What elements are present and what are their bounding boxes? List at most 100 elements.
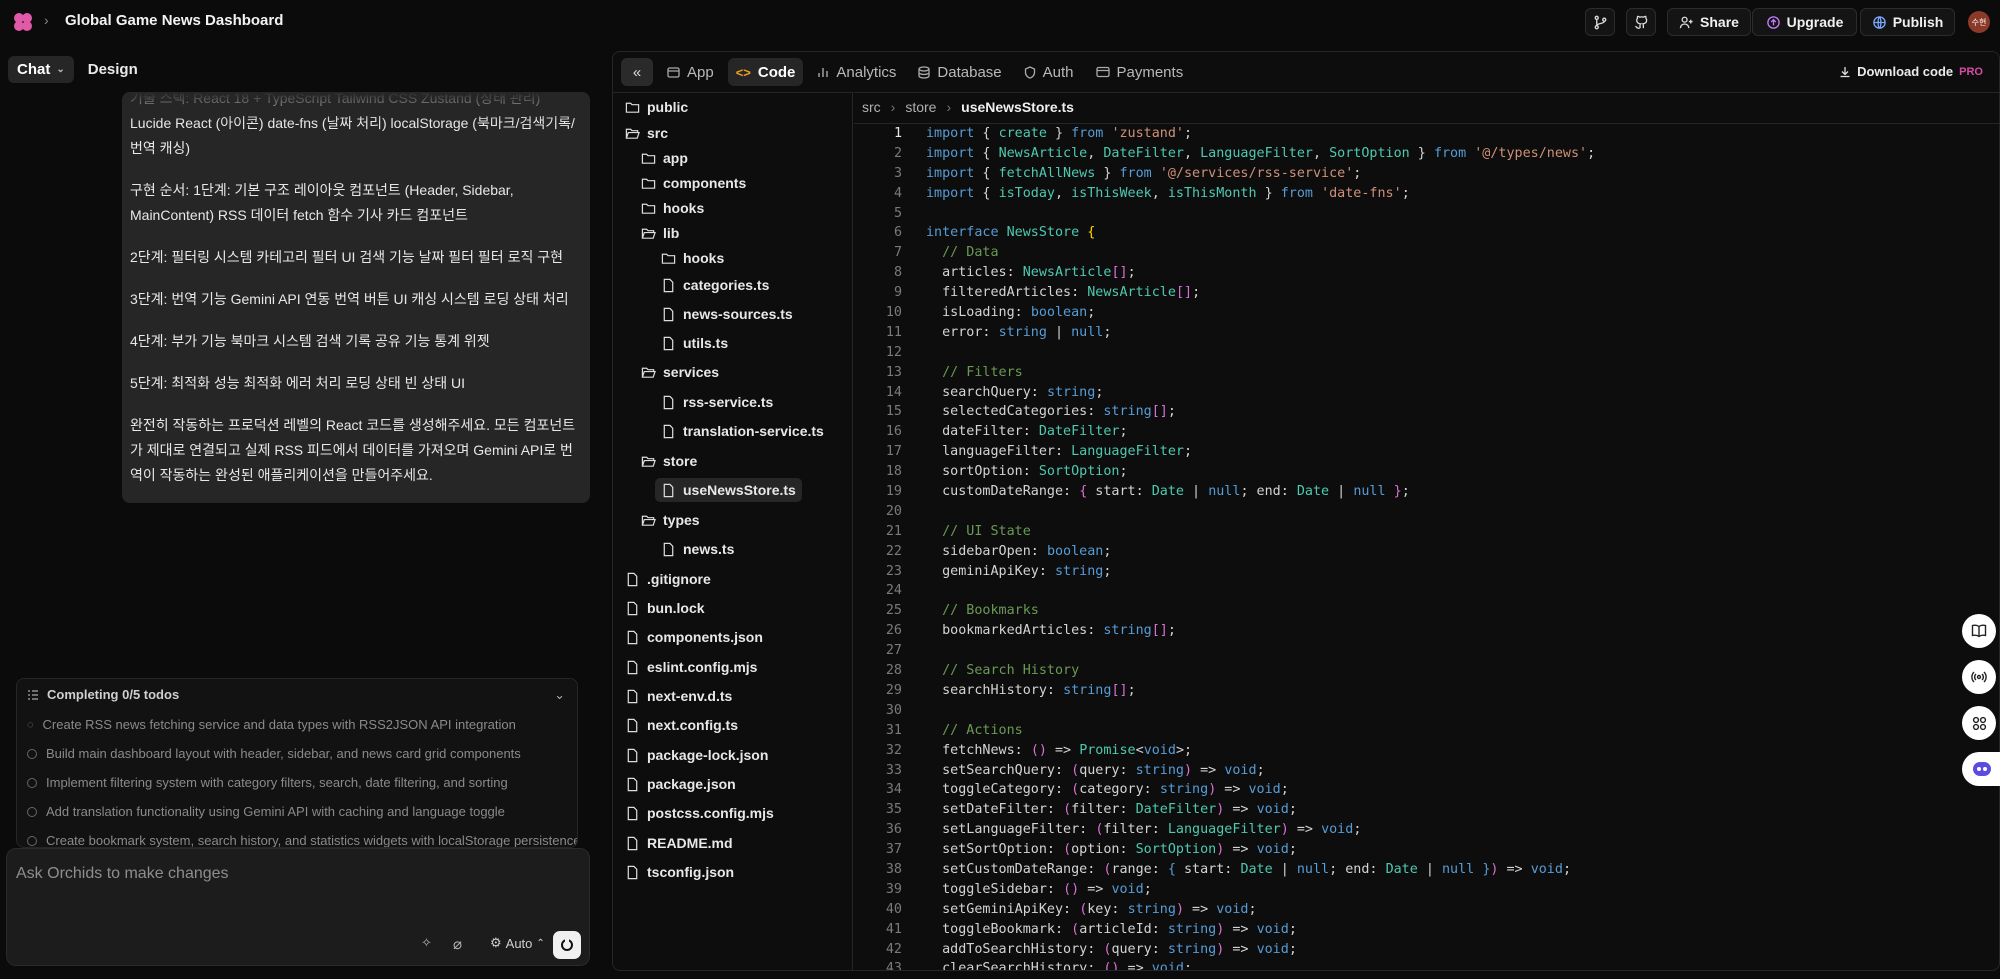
tab-design[interactable]: Design (88, 61, 138, 78)
file-tree-label: .gitignore (647, 571, 711, 587)
todo-header[interactable]: Completing 0/5 todos (27, 687, 179, 702)
file-tree-folder[interactable]: types (635, 508, 706, 532)
github-button[interactable] (1626, 8, 1656, 36)
breadcrumb-item[interactable]: src (862, 99, 881, 115)
breadcrumb-item[interactable]: store (905, 99, 936, 115)
chevron-right-icon: › (44, 12, 49, 28)
send-button[interactable] (553, 931, 581, 959)
code-line: 22 sidebarOpen: boolean; (854, 542, 1999, 562)
tab-app[interactable]: App (659, 58, 722, 86)
file-tree-file[interactable]: next-env.d.ts (619, 684, 738, 708)
line-number: 17 (885, 444, 902, 460)
file-tree-folder[interactable]: hooks (655, 246, 730, 270)
sparkle-icon[interactable]: ✧ (421, 935, 432, 951)
attach-icon[interactable]: ⌀ (453, 935, 462, 953)
code-text: sidebarOpen: boolean; (926, 543, 1112, 559)
chat-input[interactable] (16, 865, 576, 883)
tab-analytics[interactable]: Analytics (809, 58, 904, 86)
tab-analytics-label: Analytics (836, 63, 897, 81)
chevron-down-icon[interactable]: ⌄ (554, 687, 565, 703)
code-line: 2 import { NewsArticle, DateFilter, Langu… (854, 144, 1999, 164)
code-text: // Data (942, 245, 999, 261)
file-tree-file[interactable]: rss-service.ts (655, 390, 779, 414)
line-number: 33 (885, 762, 902, 778)
tab-database[interactable]: Database (910, 58, 1009, 86)
file-icon (625, 806, 640, 821)
code-line: 24 (854, 581, 1999, 601)
code-area[interactable]: 1 import { create } from 'zustand'; 2 impor… (854, 123, 1999, 970)
file-tree-label: next-env.d.ts (647, 688, 733, 704)
file-tree-file[interactable]: news.ts (655, 537, 740, 561)
tab-code[interactable]: <> Code (727, 58, 804, 86)
code-line: 35 setDateFilter: (filter: DateFilter) =… (854, 800, 1999, 820)
file-tree-file[interactable]: next.config.ts (619, 713, 744, 737)
file-tree-file[interactable]: utils.ts (655, 331, 734, 355)
todo-item-label: Create RSS news fetching service and dat… (42, 717, 516, 732)
publish-button[interactable]: Publish (1860, 8, 1955, 36)
upgrade-button[interactable]: Upgrade (1752, 8, 1857, 36)
collapse-panel-button[interactable]: « (621, 58, 653, 86)
file-tree-folder[interactable]: hooks (635, 196, 710, 220)
code-text: import { NewsArticle, DateFilter, Langua… (926, 145, 1596, 161)
file-tree-label: rss-service.ts (683, 394, 774, 410)
code-text: selectedCategories: string[]; (926, 404, 1176, 420)
code-line: 30 (854, 701, 1999, 721)
assistant-icon[interactable] (1962, 752, 2000, 786)
code-text: searchQuery: string; (926, 384, 1104, 400)
code-text: toggleSidebar: () => void; (926, 881, 1152, 897)
file-tree-folder[interactable]: public (619, 95, 694, 119)
share-button[interactable]: Share (1667, 8, 1751, 36)
file-tree-file[interactable]: news-sources.ts (655, 302, 799, 326)
project-title[interactable]: Global Game News Dashboard (65, 12, 283, 29)
file-tree-file[interactable]: bun.lock (619, 596, 711, 620)
file-tree-file[interactable]: .gitignore (619, 567, 717, 591)
line-number: 42 (885, 941, 902, 957)
file-tree-file[interactable]: tsconfig.json (619, 860, 740, 884)
pro-badge: PRO (1959, 65, 1983, 78)
file-tree-label: src (647, 125, 669, 141)
file-icon (625, 630, 640, 645)
file-tree-folder[interactable]: services (635, 360, 725, 384)
code-line: 34 toggleCategory: (category: string) =>… (854, 780, 1999, 800)
branch-button[interactable] (1585, 8, 1615, 36)
file-icon (625, 777, 640, 792)
file-tree-file[interactable]: components.json (619, 625, 769, 649)
file-tree-label: public (647, 99, 689, 115)
file-tree-file[interactable]: translation-service.ts (655, 419, 830, 443)
file-tree-file[interactable]: README.md (619, 831, 739, 855)
file-tree-file[interactable]: categories.ts (655, 273, 775, 297)
file-tree-folder[interactable]: lib (635, 221, 685, 245)
code-icon: <> (735, 64, 751, 80)
tab-payments[interactable]: Payments (1088, 58, 1192, 86)
tab-auth[interactable]: Auth (1016, 58, 1082, 86)
file-tree-folder[interactable]: app (635, 146, 694, 170)
breadcrumb-item[interactable]: useNewsStore.ts (961, 99, 1074, 115)
file-tree-file[interactable]: package.json (619, 772, 742, 796)
code-line: 18 sortOption: SortOption; (854, 462, 1999, 482)
avatar[interactable]: 수현 (1968, 11, 1990, 33)
code-line: 8 articles: NewsArticle[]; (854, 263, 1999, 283)
file-tree-folder[interactable]: src (619, 121, 674, 145)
file-tree-folder[interactable]: components (635, 171, 752, 195)
code-line: 25 // Bookmarks (854, 601, 1999, 621)
tab-payments-label: Payments (1116, 63, 1184, 81)
file-tree-file[interactable]: eslint.config.mjs (619, 655, 763, 679)
file-tree-folder[interactable]: store (635, 449, 703, 473)
file-tree-file[interactable]: package-lock.json (619, 743, 774, 767)
todo-item-label: Create bookmark system, search history, … (46, 833, 578, 848)
grid-icon[interactable] (1962, 706, 1996, 740)
tab-chat[interactable]: Chat ⌄ (8, 56, 74, 83)
publish-label: Publish (1892, 14, 1944, 30)
tab-auth-label: Auth (1042, 63, 1074, 81)
file-tree-file[interactable]: useNewsStore.ts (655, 478, 802, 502)
orchids-logo-icon[interactable] (12, 11, 34, 33)
broadcast-icon[interactable] (1962, 660, 1996, 694)
mode-select[interactable]: ⚙ Auto ⌃ (490, 935, 545, 951)
download-code-button[interactable]: Download code PRO (1839, 64, 1983, 79)
todo-panel[interactable]: Completing 0/5 todos ⌄ ◌ Create RSS news… (16, 678, 578, 848)
file-tree-label: lib (663, 225, 680, 241)
book-icon[interactable] (1962, 614, 1996, 648)
file-tree-file[interactable]: postcss.config.mjs (619, 801, 780, 825)
composer: ✧ ⌀ ⚙ Auto ⌃ (6, 848, 590, 966)
download-code-label: Download code (1857, 64, 1954, 79)
